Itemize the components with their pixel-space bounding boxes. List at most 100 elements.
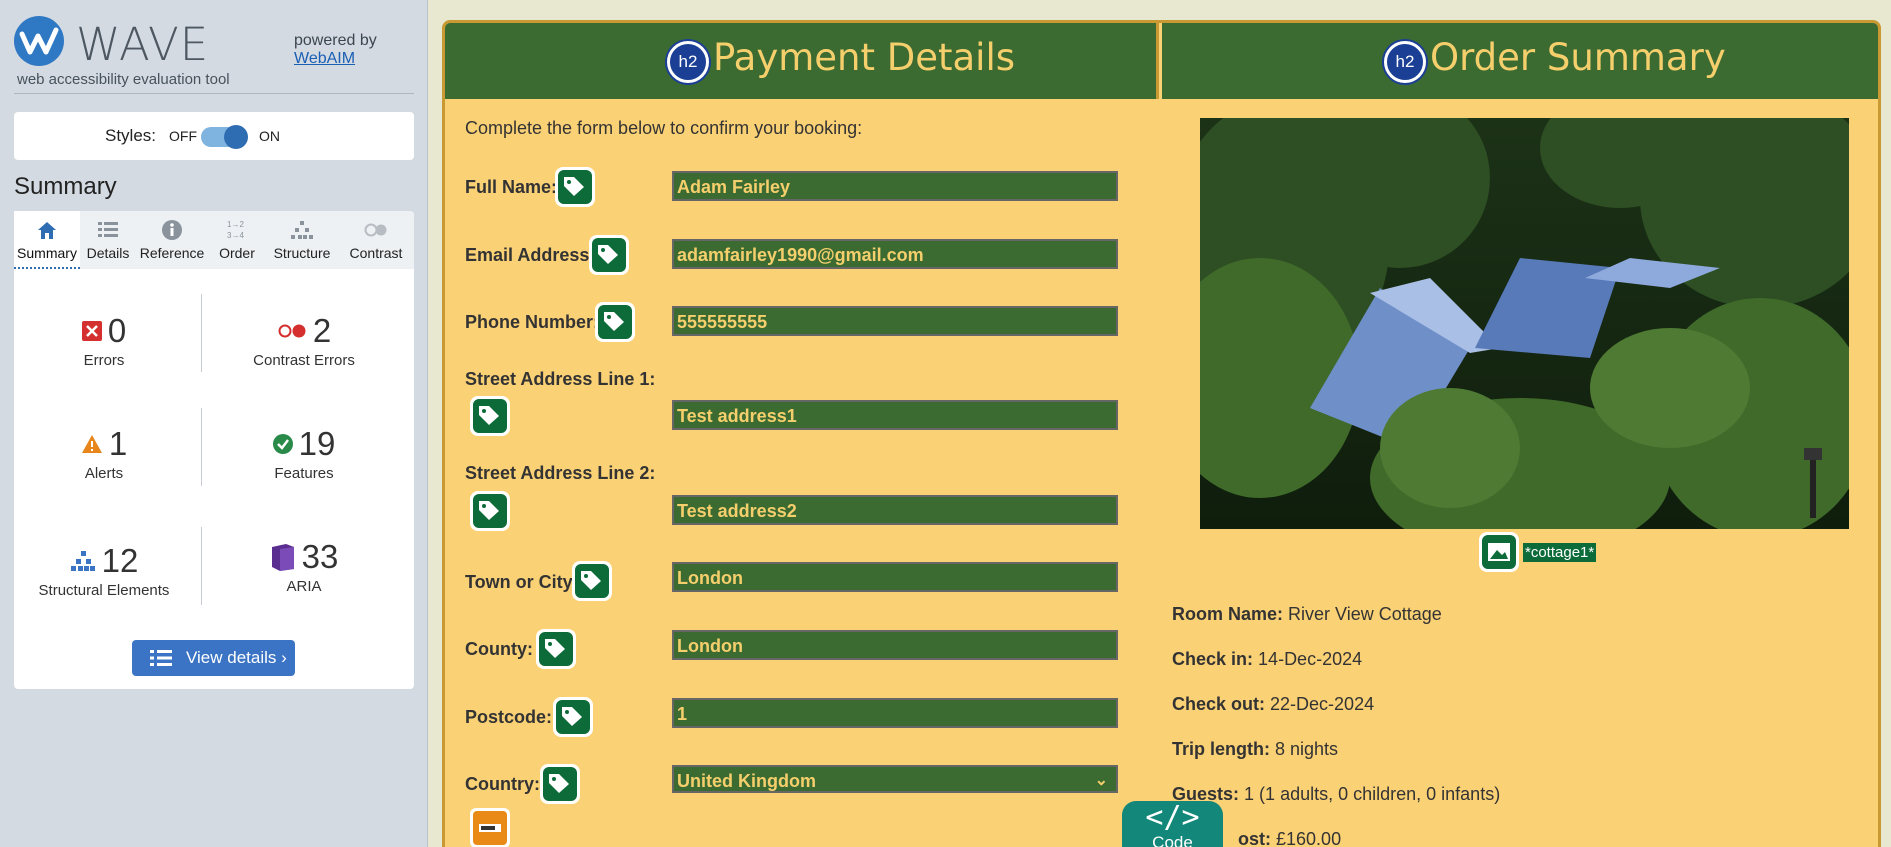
room-label: Room Name: [1172, 604, 1284, 624]
label-tag-icon[interactable] [536, 629, 576, 669]
wave-tabs: Summary Details Reference 1→2 3→4 Order S… [14, 211, 414, 269]
tab-reference-label: Reference [139, 245, 205, 261]
trip-label: Trip length: [1172, 739, 1270, 759]
code-button[interactable]: </> Code [1122, 801, 1223, 847]
order-header: h2 Order Summary [1162, 23, 1878, 99]
country-label: Country: [465, 774, 540, 794]
toggle-knob [224, 125, 248, 149]
tab-contrast[interactable]: Contrast [338, 211, 414, 269]
stat-errors[interactable]: 0 Errors [14, 312, 194, 369]
contrast-errors-count: 2 [312, 312, 332, 349]
aria-label: ARIA [286, 578, 322, 595]
image-alt-icon[interactable] [1479, 532, 1519, 572]
town-label: Town or City: [465, 572, 579, 592]
structure-elements-icon [70, 551, 95, 571]
powered-by-text: powered by [294, 32, 377, 49]
label-tag-icon[interactable] [589, 235, 629, 275]
errors-count: 0 [107, 312, 127, 349]
street1-input[interactable]: Test address1 [672, 400, 1118, 430]
tab-summary[interactable]: Summary [14, 211, 80, 269]
stat-alerts[interactable]: 1 Alerts [14, 425, 194, 482]
country-select[interactable]: United Kingdom ⌄ [672, 765, 1118, 793]
trip-row: Trip length: 8 nights [1172, 739, 1338, 760]
cost-label: ost: [1238, 829, 1271, 847]
guests-row: Guests: 1 (1 adults, 0 children, 0 infan… [1172, 784, 1500, 805]
webaim-link[interactable]: WebAIM [294, 50, 377, 68]
room-row: Room Name: River View Cottage [1172, 604, 1442, 625]
summary-heading: Summary [14, 173, 117, 200]
styles-off-label: OFF [169, 128, 197, 144]
wave-sidebar: WAVE web accessibility evaluation tool p… [0, 0, 428, 847]
full-name-input[interactable]: Adam Fairley [672, 171, 1118, 201]
street1-label: Street Address Line 1: [465, 369, 656, 389]
email-input[interactable]: adamfairley1990@gmail.com [672, 239, 1118, 269]
cost-row: ost: £160.00 [1238, 829, 1341, 847]
alert-icon [81, 435, 102, 453]
label-tag-icon[interactable] [470, 491, 510, 531]
tab-structure[interactable]: Structure [266, 211, 338, 269]
styles-toggle[interactable] [201, 125, 248, 149]
view-details-button[interactable]: View details › [132, 640, 295, 676]
h2-icon[interactable]: h2 [1384, 41, 1426, 83]
town-input[interactable]: London [672, 562, 1118, 592]
view-details-label: View details › [186, 648, 287, 667]
styles-on-label: ON [259, 128, 280, 144]
stat-aria[interactable]: 33 ARIA [214, 538, 394, 595]
tab-reference[interactable]: Reference [136, 211, 208, 269]
h2-icon[interactable]: h2 [667, 41, 709, 83]
tab-order-label: Order [219, 245, 255, 261]
tab-details-label: Details [86, 245, 130, 261]
alert-orange-icon[interactable] [470, 808, 510, 847]
contrast-icon [364, 223, 387, 237]
stat-structural[interactable]: 12 Structural Elements [14, 542, 194, 599]
divider [201, 294, 202, 372]
contrast-errors-label: Contrast Errors [253, 352, 355, 369]
label-tag-icon[interactable] [470, 396, 510, 436]
feature-check-icon [272, 434, 293, 454]
form-intro: Complete the form below to confirm your … [465, 118, 863, 138]
guests-value: 1 (1 adults, 0 children, 0 infants) [1244, 784, 1501, 804]
label-tag-icon[interactable] [540, 764, 580, 804]
booking-page: h2 Payment Details h2 Order Summary Comp… [428, 0, 1891, 847]
label-tag-icon[interactable] [553, 697, 593, 737]
postcode-input[interactable]: 1 [672, 698, 1118, 728]
cost-value: £160.00 [1276, 829, 1342, 847]
phone-input[interactable]: 555555555 [672, 306, 1118, 336]
full-name-label: Full Name: [465, 177, 558, 197]
tab-order[interactable]: 1→2 3→4 Order [208, 211, 266, 269]
order-icon: 1→23→4 [227, 220, 244, 240]
wave-header: WAVE web accessibility evaluation tool p… [14, 16, 414, 94]
phone-label: Phone Number: [465, 312, 600, 332]
image-alt-text: *cottage1* [1523, 543, 1597, 562]
info-icon [162, 220, 182, 240]
stat-features[interactable]: 19 Features [214, 425, 394, 482]
summary-panel: Summary Details Reference 1→2 3→4 Order S… [14, 211, 414, 689]
wave-logo-icon [14, 16, 64, 66]
label-tag-icon[interactable] [572, 561, 612, 601]
checkin-row: Check in: 14-Dec-2024 [1172, 649, 1362, 670]
stat-contrast-errors[interactable]: 2 Contrast Errors [214, 312, 394, 369]
aria-count: 33 [301, 538, 339, 575]
svg-text:3→4: 3→4 [227, 231, 244, 240]
cottage-image [1200, 118, 1849, 529]
email-label: Email Address: [465, 245, 596, 265]
divider [201, 527, 202, 605]
booking-frame: h2 Payment Details h2 Order Summary Comp… [442, 20, 1881, 847]
street2-input[interactable]: Test address2 [672, 495, 1118, 525]
contrast-error-icon [278, 324, 306, 338]
county-label: County: [465, 639, 533, 659]
checkout-value: 22-Dec-2024 [1270, 694, 1375, 714]
street2-label: Street Address Line 2: [465, 463, 656, 483]
powered-by: powered by WebAIM [294, 32, 377, 68]
country-value: United Kingdom [677, 771, 816, 791]
label-tag-icon[interactable] [555, 167, 595, 207]
list-icon [150, 650, 172, 666]
tab-details[interactable]: Details [80, 211, 136, 269]
structure-icon [291, 221, 313, 239]
room-value: River View Cottage [1288, 604, 1442, 624]
order-title: Order Summary [1430, 36, 1726, 79]
county-input[interactable]: London [672, 630, 1118, 660]
label-tag-icon[interactable] [595, 302, 635, 342]
tab-summary-label: Summary [17, 245, 77, 261]
list-icon [98, 222, 118, 237]
